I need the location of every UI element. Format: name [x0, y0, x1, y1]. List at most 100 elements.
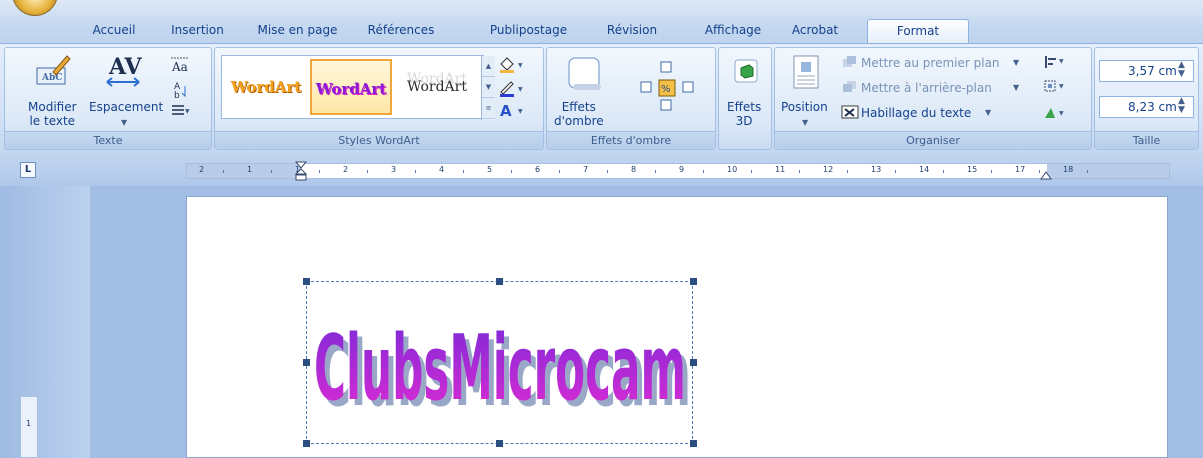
same-height-icon[interactable]: Aa: [169, 56, 191, 79]
tab-mise-en-page[interactable]: Mise en page: [250, 19, 345, 43]
ruler-number: 4: [439, 165, 445, 174]
group-objects-icon[interactable]: ▼: [1043, 79, 1067, 98]
position-dropdown-icon[interactable]: ▼: [802, 118, 808, 127]
ruler-number: 12: [823, 165, 834, 174]
arriere-plan-dropdown-icon[interactable]: ▼: [1013, 83, 1019, 92]
shape-outline-icon[interactable]: ▼: [497, 80, 527, 101]
ruler-number: 3: [391, 165, 397, 174]
ruler-tick: [895, 170, 896, 173]
group-styles-wordart: WordArt WordArt WordArt ▲ ▼ ≡ ▼ ▼ A ▼ Sty…: [214, 47, 544, 150]
gallery-scroll[interactable]: ▲ ▼ ≡: [481, 56, 495, 120]
espacement-button[interactable]: Espacement: [89, 100, 163, 114]
ruler-tick: [847, 170, 848, 173]
resize-handle-tl[interactable]: [303, 278, 310, 285]
ruler-tick: [703, 170, 704, 173]
ruler-tick: [415, 170, 416, 173]
tab-publipostage[interactable]: Publipostage: [476, 19, 581, 43]
resize-handle-b[interactable]: [496, 440, 503, 447]
send-back-icon: [841, 79, 859, 98]
tab-accueil[interactable]: Accueil: [80, 19, 148, 43]
svg-text:b: b: [174, 91, 180, 100]
resize-handle-t[interactable]: [496, 278, 503, 285]
premier-plan-button[interactable]: Mettre au premier plan: [861, 56, 1000, 70]
group-effets-ombre-label: Effets d'ombre: [547, 131, 715, 149]
height-spinner[interactable]: ▲ ▼: [1178, 61, 1185, 79]
group-taille-label: Taille: [1095, 131, 1198, 149]
effets-3d-button[interactable]: Effets 3D: [727, 100, 761, 128]
tab-revision[interactable]: Révision: [596, 19, 668, 43]
habillage-texte-button[interactable]: Habillage du texte: [861, 106, 971, 120]
ruler-tick: [271, 170, 272, 173]
premier-plan-dropdown-icon[interactable]: ▼: [1013, 58, 1019, 67]
wordart-style-3[interactable]: WordArt: [396, 59, 478, 115]
group-taille: 3,57 cm 8,23 cm ▲ ▼ ▲ ▼ Taille: [1094, 47, 1199, 150]
ruler-number: 15: [967, 165, 978, 174]
ruler-number: 8: [631, 165, 637, 174]
svg-text:▼: ▼: [518, 62, 523, 69]
horizontal-ruler[interactable]: 2 1 1 2 3 4 5 6 7 8 9 10 11 12 13 14 15 17 18: [186, 161, 1170, 181]
modifier-texte-button[interactable]: Modifier le texte: [28, 100, 77, 128]
espacement-dropdown-icon[interactable]: ▼: [121, 118, 127, 127]
svg-text:%: %: [661, 84, 671, 95]
right-indent-icon[interactable]: [1040, 168, 1052, 183]
tab-selector-button[interactable]: L: [20, 162, 36, 178]
resize-handle-bl[interactable]: [303, 440, 310, 447]
ruler-number: 13: [871, 165, 882, 174]
ruler-tick: [607, 170, 608, 173]
gallery-up-icon[interactable]: ▲: [482, 56, 495, 77]
ruler-number: 11: [775, 165, 786, 174]
gallery-down-icon[interactable]: ▼: [482, 77, 495, 98]
wordart-style-2[interactable]: WordArt: [310, 59, 392, 115]
wordart-object[interactable]: ClubsMicrocam ClubsMicrocam: [306, 281, 693, 444]
width-spinner[interactable]: ▲ ▼: [1178, 97, 1185, 115]
ruler-number: 18: [1063, 165, 1074, 174]
ruler-number: 5: [487, 165, 493, 174]
vertical-ruler[interactable]: 1: [20, 396, 38, 458]
resize-handle-tr[interactable]: [690, 278, 697, 285]
3d-effects-icon: [731, 56, 761, 89]
gallery-more-icon[interactable]: ≡: [482, 98, 495, 119]
group-styles-wordart-label: Styles WordArt: [215, 131, 543, 149]
group-effets-3d: Effets 3D: [718, 47, 772, 150]
position-icon: [791, 54, 821, 93]
office-button[interactable]: [12, 0, 58, 16]
shape-fill-icon[interactable]: ▼: [497, 56, 527, 77]
svg-text:▼: ▼: [1059, 58, 1064, 65]
ruler-tick: [943, 170, 944, 173]
ruler-number: 10: [727, 165, 738, 174]
ruler-number: 9: [679, 165, 685, 174]
wordart-style-1[interactable]: WordArt: [225, 59, 307, 115]
ruler-bar: L 2 1 1 2 3 4 5 6 7 8 9 10 11 12 13 14 15 17 18: [0, 152, 1203, 186]
tab-acrobat[interactable]: Acrobat: [784, 19, 846, 43]
svg-text:▼: ▼: [1059, 110, 1064, 117]
vertical-text-icon[interactable]: Ab: [169, 80, 191, 103]
character-spacing-icon: AV: [103, 54, 143, 93]
align-icon[interactable]: ▼: [1043, 54, 1067, 73]
ruler-tick: [559, 170, 560, 173]
svg-text:▼: ▼: [518, 86, 523, 93]
rotate-icon[interactable]: ▼: [1043, 104, 1067, 123]
tab-format[interactable]: Format: [867, 19, 969, 43]
ruler-number: 1: [247, 165, 253, 174]
habillage-dropdown-icon[interactable]: ▼: [985, 108, 991, 117]
ruler-tick: [799, 170, 800, 173]
resize-handle-r[interactable]: [690, 359, 697, 366]
shadow-nudge-icon[interactable]: %: [627, 56, 707, 115]
arriere-plan-button[interactable]: Mettre à l'arrière-plan: [861, 81, 992, 95]
ruler-tick: [511, 170, 512, 173]
indent-marker-icon[interactable]: [294, 161, 308, 184]
group-organiser: Position ▼ Mettre au premier plan ▼ Mett…: [774, 47, 1092, 150]
tab-affichage[interactable]: Affichage: [694, 19, 772, 43]
tab-insertion[interactable]: Insertion: [160, 19, 235, 43]
ruler-number: 14: [919, 165, 930, 174]
ruler-tick: [751, 170, 752, 173]
change-shape-icon[interactable]: A ▼: [497, 102, 527, 123]
position-button[interactable]: Position: [781, 100, 828, 114]
resize-handle-br[interactable]: [690, 440, 697, 447]
resize-handle-l[interactable]: [303, 359, 310, 366]
ruler-tick: [463, 170, 464, 173]
svg-text:▼: ▼: [1059, 83, 1064, 90]
tab-references[interactable]: Références: [356, 19, 446, 43]
align-text-icon[interactable]: ▼: [169, 103, 191, 122]
effets-ombre-button[interactable]: Effets d'ombre: [554, 100, 604, 128]
